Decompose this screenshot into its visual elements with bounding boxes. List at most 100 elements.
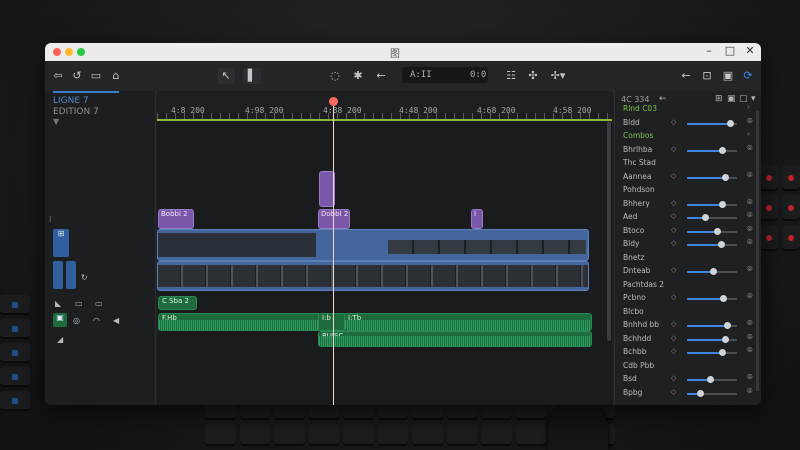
- slider-knob[interactable]: [710, 268, 717, 275]
- keyframe-icon[interactable]: ◇: [671, 118, 676, 126]
- keyframe-icon[interactable]: ◇: [671, 388, 676, 396]
- parameter-slider[interactable]: [687, 227, 737, 235]
- image-icon[interactable]: ▣: [721, 68, 735, 84]
- audio-clip[interactable]: BUISC: [318, 331, 592, 347]
- title-clip[interactable]: DobbI 2: [318, 209, 350, 229]
- audio-clip[interactable]: F.Hb: [158, 313, 321, 331]
- audio-icon[interactable]: ✣: [525, 68, 541, 84]
- parameter-slider[interactable]: [687, 200, 737, 208]
- reset-icon[interactable]: ⦾: [747, 319, 753, 328]
- keyframe-icon[interactable]: ◇: [671, 266, 676, 274]
- parameter-slider[interactable]: [687, 241, 737, 248]
- keyframe-icon[interactable]: ◇: [671, 199, 676, 207]
- reset-icon[interactable]: ⦾: [747, 225, 753, 234]
- slider-knob[interactable]: [726, 119, 734, 127]
- slider-knob[interactable]: [721, 335, 729, 343]
- keyframe-icon[interactable]: ◇: [671, 293, 676, 301]
- parameter-slider[interactable]: [687, 173, 737, 181]
- keyframe-icon[interactable]: ◇: [671, 374, 676, 382]
- zoom-window-button[interactable]: [77, 48, 85, 56]
- reset-icon[interactable]: ⦾: [747, 117, 753, 126]
- title-clip[interactable]: I: [471, 209, 483, 229]
- undo-icon[interactable]: ↺: [70, 68, 84, 84]
- refresh-icon[interactable]: ⟳: [741, 68, 755, 84]
- parameter-slider[interactable]: [687, 322, 737, 329]
- inspector-row[interactable]: Bhrlhba ◇ ⦾: [619, 144, 755, 157]
- keyframe-icon[interactable]: ◇: [671, 320, 676, 328]
- parameter-slider[interactable]: [687, 146, 737, 154]
- trim-tool-icon[interactable]: ▌: [243, 68, 261, 84]
- select-tool-icon[interactable]: ↖: [217, 68, 235, 84]
- inspector-row[interactable]: Btoco ◇ ⦾: [619, 225, 755, 238]
- cut-icon[interactable]: ◣: [55, 299, 61, 308]
- blade-icon[interactable]: ▭: [75, 299, 83, 308]
- inspector-row[interactable]: Bpbg ◇ ⦾: [619, 387, 755, 400]
- inspector-row[interactable]: Bchbb ◇ ⦾: [619, 346, 755, 359]
- parameter-slider[interactable]: [687, 349, 737, 356]
- timecode-display[interactable]: A:II 0:0: [402, 67, 488, 83]
- arrow-back-icon[interactable]: ←: [679, 68, 693, 84]
- play-icon[interactable]: ◢: [57, 335, 63, 344]
- track-toggle-b[interactable]: [66, 261, 76, 289]
- link-icon[interactable]: ↻: [81, 273, 88, 282]
- inspector-row[interactable]: Bsd ◇ ⦾: [619, 373, 755, 386]
- parameter-slider[interactable]: [687, 389, 737, 397]
- inspector-row[interactable]: Dnteab ◇ ⦾: [619, 265, 755, 278]
- media-icon[interactable]: ⊡: [700, 68, 714, 84]
- chevron-icon[interactable]: ›: [747, 130, 750, 138]
- snap-icon[interactable]: ✱: [350, 68, 366, 84]
- slider-knob[interactable]: [706, 376, 714, 383]
- slider-knob[interactable]: [701, 214, 709, 221]
- inspector-row[interactable]: Bnhhd bb ◇ ⦾: [619, 319, 755, 332]
- inspector-scrollbar[interactable]: [756, 111, 759, 391]
- folder-icon[interactable]: ▭: [89, 68, 103, 84]
- reset-icon[interactable]: ⦾: [747, 333, 753, 342]
- inspector-row[interactable]: Bldy ◇ ⦾: [619, 238, 755, 251]
- speaker-icon[interactable]: ◀: [113, 316, 119, 325]
- chevron-icon[interactable]: ›: [747, 103, 750, 111]
- inspector-row[interactable]: Bchhdd ◇ ⦾: [619, 333, 755, 346]
- arrow-left-icon[interactable]: ←: [373, 68, 389, 84]
- inspector-row[interactable]: Aannea ◇ ⦾: [619, 171, 755, 184]
- minimize-window-button[interactable]: [65, 48, 73, 56]
- video-clip-primary[interactable]: [157, 229, 589, 261]
- keyframe-icon[interactable]: ◇: [671, 334, 676, 342]
- video-clip-secondary[interactable]: [157, 261, 589, 291]
- minimize-icon[interactable]: –: [702, 44, 716, 57]
- inspector-row[interactable]: Aed ◇ ⦾: [619, 211, 755, 224]
- inspector-row[interactable]: Pcbno ◇ ⦾: [619, 292, 755, 305]
- slider-knob[interactable]: [719, 200, 726, 208]
- parameter-slider[interactable]: [687, 376, 737, 383]
- tag-icon[interactable]: ⌂: [109, 68, 123, 84]
- timeline[interactable]: 4:8 200 4:98 200 4:88 200 4:48 200 4:68 …: [157, 91, 612, 405]
- slider-knob[interactable]: [696, 389, 704, 397]
- reset-icon[interactable]: ⦾: [747, 292, 753, 301]
- slider-knob[interactable]: [719, 349, 726, 356]
- keyframe-icon[interactable]: ◇: [671, 239, 676, 247]
- slider-knob[interactable]: [714, 227, 721, 235]
- keyframe-icon[interactable]: ◇: [671, 212, 676, 220]
- slider-knob[interactable]: [721, 173, 729, 181]
- project-name[interactable]: LIGNE 7: [53, 96, 89, 106]
- reset-icon[interactable]: ⦾: [747, 198, 753, 207]
- reset-icon[interactable]: ⦾: [747, 211, 753, 220]
- parameter-slider[interactable]: [687, 268, 737, 275]
- parameter-slider[interactable]: [687, 214, 737, 221]
- audio-clip[interactable]: I:Tb: [344, 313, 592, 331]
- parameter-slider[interactable]: [687, 335, 737, 343]
- keyframe-icon[interactable]: ◇: [671, 172, 676, 180]
- solo-icon[interactable]: ◎: [73, 316, 80, 325]
- parameter-slider[interactable]: [687, 119, 737, 127]
- video-track-header[interactable]: ⊞: [53, 229, 69, 257]
- parameter-slider[interactable]: [687, 295, 737, 302]
- track-toggle-a[interactable]: [53, 261, 63, 289]
- audio-clip[interactable]: C Sba 2: [158, 296, 197, 310]
- inspector-row[interactable]: Bhhery ◇ ⦾: [619, 198, 755, 211]
- reset-icon[interactable]: ⦾: [747, 387, 753, 396]
- loop-icon[interactable]: ◌: [327, 68, 343, 84]
- transitions-icon[interactable]: ✢▾: [548, 68, 568, 84]
- timeline-ruler[interactable]: 4:8 200 4:98 200 4:88 200 4:48 200 4:68 …: [157, 91, 612, 121]
- wifi-icon[interactable]: ◠: [93, 316, 100, 325]
- keyframe-icon[interactable]: ◇: [671, 347, 676, 355]
- settings-sliders-icon[interactable]: ☷: [503, 68, 519, 84]
